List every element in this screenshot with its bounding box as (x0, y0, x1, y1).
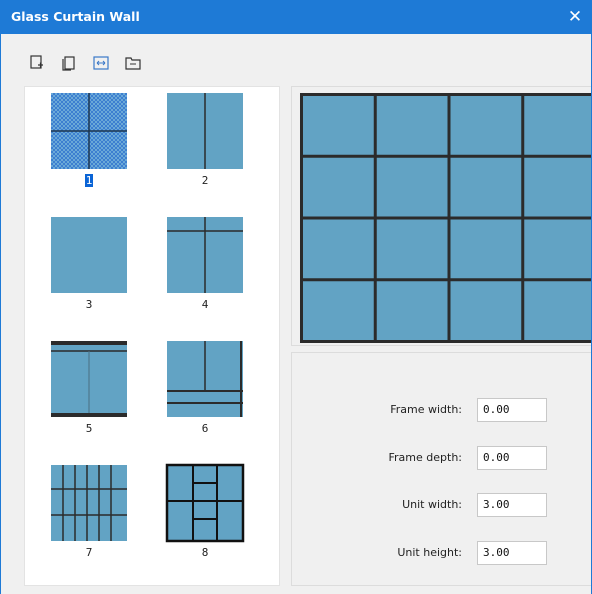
style-label-6: 6 (201, 422, 209, 435)
style-label-5: 5 (85, 422, 93, 435)
folder-button[interactable] (124, 54, 142, 72)
copy-icon (62, 56, 75, 71)
glass-panel (524, 96, 591, 155)
style-3-preview (51, 217, 127, 293)
glass-panel (303, 157, 374, 217)
unit-width-field[interactable]: 3.00 (477, 493, 547, 517)
style-thumbnail-6[interactable]: 6 (165, 339, 245, 435)
glass-panel (376, 96, 448, 155)
curtain-wall-style-gallery[interactable]: 1 2 3 4 5 6 7 8 (24, 86, 280, 586)
glass-curtain-wall-dialog: Glass Curtain Wall ✕ 1 2 3 4 5 6 7 8 Fra… (0, 0, 592, 594)
frame-depth-field[interactable]: 0.00 (477, 446, 547, 470)
style-label-3: 3 (85, 298, 93, 311)
copy-button[interactable] (60, 54, 78, 72)
style-thumbnail-7[interactable]: 7 (49, 463, 129, 559)
glass-panel (303, 96, 374, 155)
style-4-preview (167, 217, 243, 293)
glass-panel (376, 281, 448, 340)
curtain-wall-preview-panel (291, 86, 591, 346)
style-label-7: 7 (85, 546, 93, 559)
glass-panel (303, 281, 374, 340)
style-thumbnail-3[interactable]: 3 (49, 215, 129, 311)
glass-panel (450, 281, 522, 340)
style-label-1: 1 (49, 174, 129, 187)
add-unit-button[interactable] (28, 54, 46, 72)
frame-width-label: Frame width: (390, 403, 462, 416)
style-thumbnail-5[interactable]: 5 (49, 339, 129, 435)
style-label-1-text: 1 (84, 174, 94, 187)
fit-button[interactable] (92, 54, 110, 72)
glass-panel (524, 157, 591, 217)
style-1-preview (51, 93, 127, 169)
close-button[interactable]: ✕ (557, 0, 591, 34)
window-title: Glass Curtain Wall (11, 9, 140, 24)
folder-icon (125, 57, 141, 70)
glass-panel (376, 157, 448, 217)
style-6-preview (167, 341, 243, 417)
style-5-preview (51, 341, 127, 417)
style-label-8: 8 (201, 546, 209, 559)
properties-panel: Frame width: 0.00 Frame depth: 0.00 Unit… (291, 352, 591, 586)
style-thumbnail-2[interactable]: 2 (165, 91, 245, 187)
curtain-wall-preview (300, 93, 591, 343)
glass-panel (376, 219, 448, 279)
title-bar[interactable]: Glass Curtain Wall ✕ (1, 0, 591, 34)
style-thumbnail-8[interactable]: 8 (165, 463, 245, 559)
style-2-preview (167, 93, 243, 169)
glass-panel (303, 219, 374, 279)
style-8-preview (165, 463, 245, 543)
frame-width-field[interactable]: 0.00 (477, 398, 547, 422)
glass-panel (450, 219, 522, 279)
glass-panel (450, 96, 522, 155)
unit-height-label: Unit height: (397, 546, 462, 559)
style-label-4: 4 (201, 298, 209, 311)
add-unit-icon (30, 55, 43, 69)
glass-panel (450, 157, 522, 217)
glass-panel (524, 281, 591, 340)
style-label-2: 2 (201, 174, 209, 187)
style-thumbnail-1[interactable]: 1 (49, 91, 129, 187)
unit-height-field[interactable]: 3.00 (477, 541, 547, 565)
glass-panel (524, 219, 591, 279)
style-thumbnail-4[interactable]: 4 (165, 215, 245, 311)
fit-icon (93, 56, 109, 70)
unit-width-label: Unit width: (402, 498, 462, 511)
style-7-preview (51, 465, 127, 541)
frame-depth-label: Frame depth: (388, 451, 463, 464)
